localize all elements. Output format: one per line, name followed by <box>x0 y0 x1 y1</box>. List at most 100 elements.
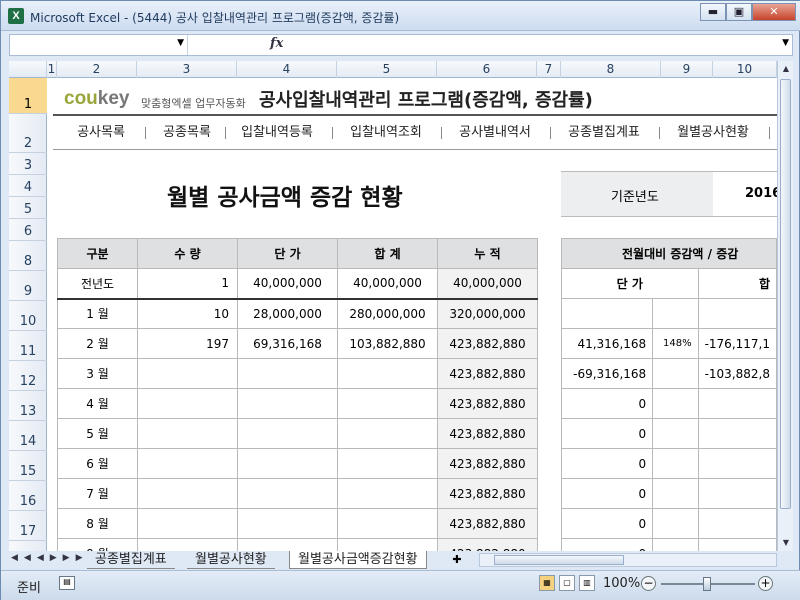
cell[interactable]: 28,000,000 <box>237 298 338 329</box>
sheet-tab-active[interactable]: 월별공사금액증감현황 <box>289 551 427 569</box>
cell[interactable]: 423,882,880 <box>437 328 538 359</box>
scroll-up-icon[interactable]: ▲ <box>778 61 794 77</box>
nav-bid-register[interactable]: 입찰내역등록 <box>227 121 327 145</box>
hscroll-thumb[interactable] <box>494 555 624 565</box>
minimize-button[interactable]: ▬ <box>700 3 726 21</box>
zoom-in-icon[interactable]: + <box>758 576 773 591</box>
scroll-thumb[interactable] <box>780 79 791 509</box>
row-header[interactable]: 2 <box>9 114 47 153</box>
cell[interactable]: 8 월 <box>57 508 138 539</box>
horizontal-scrollbar[interactable] <box>479 553 777 567</box>
insert-function-icon[interactable]: fx <box>270 36 283 51</box>
cell[interactable]: 423,882,880 <box>437 418 538 449</box>
nav-monthly-status[interactable]: 월별공사현황 <box>663 121 763 145</box>
cell[interactable] <box>237 508 338 539</box>
cell[interactable] <box>652 538 699 551</box>
cell[interactable]: 40,000,000 <box>437 268 538 300</box>
cell[interactable]: 423,882,880 <box>437 478 538 509</box>
cell[interactable]: -103,882,8 <box>697 358 777 389</box>
cell[interactable] <box>697 508 777 539</box>
cell[interactable]: 4 월 <box>57 388 138 419</box>
row-header[interactable]: 18 <box>9 541 47 551</box>
cell[interactable] <box>237 538 338 551</box>
cell[interactable]: 423,882,880 <box>437 508 538 539</box>
cell[interactable]: 280,000,000 <box>337 298 438 329</box>
cell[interactable] <box>697 388 777 419</box>
sheet-nav-arrows-icon[interactable]: ◀◀◀▶▶▶ <box>11 553 89 563</box>
cell[interactable] <box>697 418 777 449</box>
close-button[interactable]: ✕ <box>752 3 796 21</box>
cell[interactable] <box>697 538 777 551</box>
macro-record-icon[interactable]: ▤ <box>59 576 75 590</box>
cell[interactable]: 0 <box>560 508 654 539</box>
row-header[interactable]: 8 <box>9 241 47 271</box>
reference-year-value[interactable]: 2016 <box>713 172 777 216</box>
scroll-down-icon[interactable]: ▼ <box>778 535 794 551</box>
sheet-tab[interactable]: 월별공사현황 <box>187 551 275 569</box>
cell[interactable] <box>697 298 777 329</box>
column-header[interactable]: 6 <box>437 61 537 78</box>
cell[interactable]: 40,000,000 <box>337 268 438 300</box>
cell[interactable] <box>652 448 699 479</box>
nav-work-type-list[interactable]: 공종목록 <box>147 121 227 145</box>
nav-bid-inquiry[interactable]: 입찰내역조회 <box>336 121 436 145</box>
zoom-level[interactable]: 100% <box>603 576 640 591</box>
cell[interactable] <box>237 388 338 419</box>
cell[interactable] <box>137 358 238 389</box>
cell[interactable]: 69,316,168 <box>237 328 338 359</box>
page-break-view-icon[interactable]: ▥ <box>579 575 595 591</box>
cell[interactable]: 41,316,168 <box>560 328 654 359</box>
cell[interactable] <box>137 448 238 479</box>
name-box[interactable]: ▼ <box>10 35 188 55</box>
cell[interactable] <box>652 478 699 509</box>
cell[interactable] <box>652 358 699 389</box>
cell[interactable]: 9 월 <box>57 538 138 551</box>
cell[interactable] <box>337 358 438 389</box>
cell[interactable]: 1 월 <box>57 298 138 329</box>
nav-project-list[interactable]: 공사목록 <box>61 121 141 145</box>
nav-work-type-summary[interactable]: 공종별집계표 <box>554 121 654 145</box>
cell[interactable]: 0 <box>560 538 654 551</box>
cell[interactable]: 0 <box>560 478 654 509</box>
cell[interactable]: 423,882,880 <box>437 358 538 389</box>
row-header[interactable]: 17 <box>9 511 47 541</box>
formula-input[interactable] <box>292 37 772 53</box>
select-all-corner[interactable] <box>9 61 47 78</box>
nav-project-statement[interactable]: 공사별내역서 <box>445 121 545 145</box>
page-layout-view-icon[interactable]: ▢ <box>559 575 575 591</box>
cell[interactable] <box>137 478 238 509</box>
row-header[interactable]: 12 <box>9 361 47 391</box>
cell[interactable]: 423,882,880 <box>437 448 538 479</box>
normal-view-icon[interactable]: ▦ <box>539 575 555 591</box>
cell[interactable]: 7 월 <box>57 478 138 509</box>
column-header[interactable]: 3 <box>137 61 237 78</box>
cell[interactable]: 423,882,880 <box>437 538 538 551</box>
row-header[interactable]: 6 <box>9 219 47 241</box>
worksheet-grid[interactable]: 1 2 3 4 5 6 7 8 9 10 1 2 3 4 5 6 8 9 10 … <box>9 61 777 551</box>
cell[interactable] <box>137 538 238 551</box>
cell[interactable]: 103,882,880 <box>337 328 438 359</box>
row-header[interactable]: 13 <box>9 391 47 421</box>
column-header[interactable]: 5 <box>337 61 437 78</box>
cell[interactable]: -69,316,168 <box>560 358 654 389</box>
sheet-tab[interactable]: 공종별집계표 <box>87 551 175 569</box>
cell[interactable]: 423,882,880 <box>437 388 538 419</box>
excel-app-icon[interactable]: X <box>8 8 24 24</box>
row-header[interactable]: 11 <box>9 331 47 361</box>
cell[interactable]: 320,000,000 <box>437 298 538 329</box>
cell[interactable] <box>337 478 438 509</box>
cell[interactable] <box>337 418 438 449</box>
cell[interactable] <box>337 538 438 551</box>
column-header[interactable]: 2 <box>57 61 137 78</box>
column-header[interactable]: 4 <box>237 61 337 78</box>
cell[interactable] <box>337 388 438 419</box>
row-header[interactable]: 14 <box>9 421 47 451</box>
column-header[interactable]: 8 <box>561 61 661 78</box>
row-header[interactable]: 5 <box>9 197 47 219</box>
cell[interactable] <box>697 478 777 509</box>
cell[interactable] <box>560 298 654 329</box>
cell[interactable]: 전년도 <box>57 268 138 300</box>
cell[interactable] <box>697 448 777 479</box>
cell[interactable]: 0 <box>560 418 654 449</box>
cell[interactable]: 40,000,000 <box>237 268 338 300</box>
